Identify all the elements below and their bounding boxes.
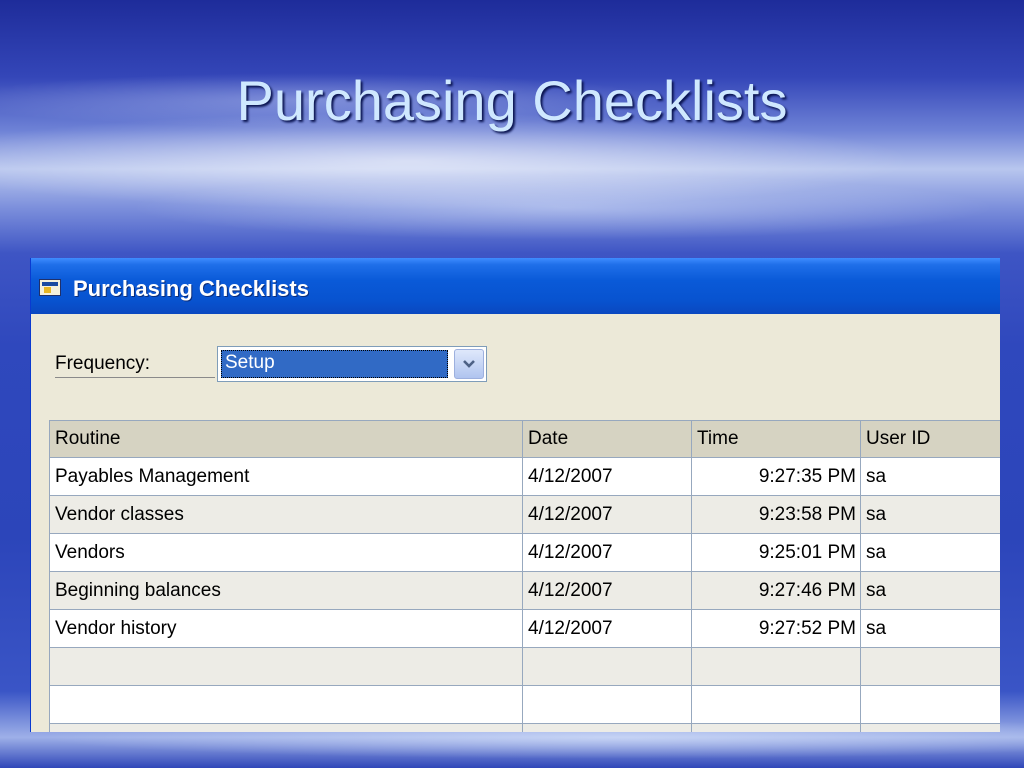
cell-empty[interactable] bbox=[860, 723, 1000, 732]
cell-user-id[interactable]: sa bbox=[860, 495, 1000, 534]
cell-empty[interactable] bbox=[49, 723, 523, 732]
cell-date[interactable]: 4/12/2007 bbox=[522, 533, 692, 572]
column-header-routine[interactable]: Routine bbox=[49, 420, 523, 458]
cell-empty[interactable] bbox=[49, 647, 523, 686]
cell-routine[interactable]: Vendor classes bbox=[49, 495, 523, 534]
cell-time[interactable]: 9:27:35 PM bbox=[691, 457, 861, 496]
cell-user-id[interactable]: sa bbox=[860, 609, 1000, 648]
table-row-empty[interactable] bbox=[49, 723, 1000, 732]
cell-time[interactable]: 9:25:01 PM bbox=[691, 533, 861, 572]
cell-empty[interactable] bbox=[860, 685, 1000, 724]
window-titlebar[interactable]: Purchasing Checklists bbox=[31, 258, 1000, 314]
checklist-window-icon bbox=[39, 279, 61, 296]
cell-empty[interactable] bbox=[49, 685, 523, 724]
cell-time[interactable]: 9:27:52 PM bbox=[691, 609, 861, 648]
cell-empty[interactable] bbox=[691, 723, 861, 732]
cell-routine[interactable]: Vendor history bbox=[49, 609, 523, 648]
cell-empty[interactable] bbox=[522, 685, 692, 724]
cell-empty[interactable] bbox=[522, 723, 692, 732]
cell-empty[interactable] bbox=[860, 647, 1000, 686]
cell-date[interactable]: 4/12/2007 bbox=[522, 457, 692, 496]
cell-date[interactable]: 4/12/2007 bbox=[522, 609, 692, 648]
table-row[interactable]: Vendor history 4/12/2007 9:27:52 PM sa bbox=[49, 609, 1000, 648]
table-row[interactable]: Vendors 4/12/2007 9:25:01 PM sa bbox=[49, 533, 1000, 572]
column-header-time[interactable]: Time bbox=[691, 420, 861, 458]
table-row-empty[interactable] bbox=[49, 647, 1000, 686]
cell-routine[interactable]: Beginning balances bbox=[49, 571, 523, 610]
slide-title: Purchasing Checklists bbox=[236, 69, 788, 132]
cell-empty[interactable] bbox=[522, 647, 692, 686]
cell-time[interactable]: 9:23:58 PM bbox=[691, 495, 861, 534]
table-header-row: Routine Date Time User ID bbox=[49, 420, 1000, 458]
column-header-date[interactable]: Date bbox=[522, 420, 692, 458]
frequency-label: Frequency: bbox=[55, 353, 215, 378]
cell-time[interactable]: 9:27:46 PM bbox=[691, 571, 861, 610]
window-title: Purchasing Checklists bbox=[73, 276, 309, 301]
column-header-user-id[interactable]: User ID bbox=[860, 420, 1000, 458]
chevron-down-icon[interactable] bbox=[454, 349, 484, 379]
cell-routine[interactable]: Vendors bbox=[49, 533, 523, 572]
cell-empty[interactable] bbox=[691, 647, 861, 686]
cell-user-id[interactable]: sa bbox=[860, 571, 1000, 610]
table-row-empty[interactable] bbox=[49, 685, 1000, 724]
cell-routine[interactable]: Payables Management bbox=[49, 457, 523, 496]
checklist-table: Routine Date Time User ID Payables Manag… bbox=[49, 420, 1000, 732]
cell-user-id[interactable]: sa bbox=[860, 457, 1000, 496]
table-row[interactable]: Payables Management 4/12/2007 9:27:35 PM… bbox=[49, 457, 1000, 496]
cell-date[interactable]: 4/12/2007 bbox=[522, 571, 692, 610]
frequency-selected-value[interactable]: Setup bbox=[221, 350, 448, 378]
cell-user-id[interactable]: sa bbox=[860, 533, 1000, 572]
cell-date[interactable]: 4/12/2007 bbox=[522, 495, 692, 534]
table-row[interactable]: Vendor classes 4/12/2007 9:23:58 PM sa bbox=[49, 495, 1000, 534]
table-row[interactable]: Beginning balances 4/12/2007 9:27:46 PM … bbox=[49, 571, 1000, 610]
purchasing-checklists-window: Purchasing Checklists Frequency: Setup R… bbox=[30, 258, 1000, 732]
cell-empty[interactable] bbox=[691, 685, 861, 724]
frequency-dropdown[interactable]: Setup bbox=[217, 346, 487, 382]
